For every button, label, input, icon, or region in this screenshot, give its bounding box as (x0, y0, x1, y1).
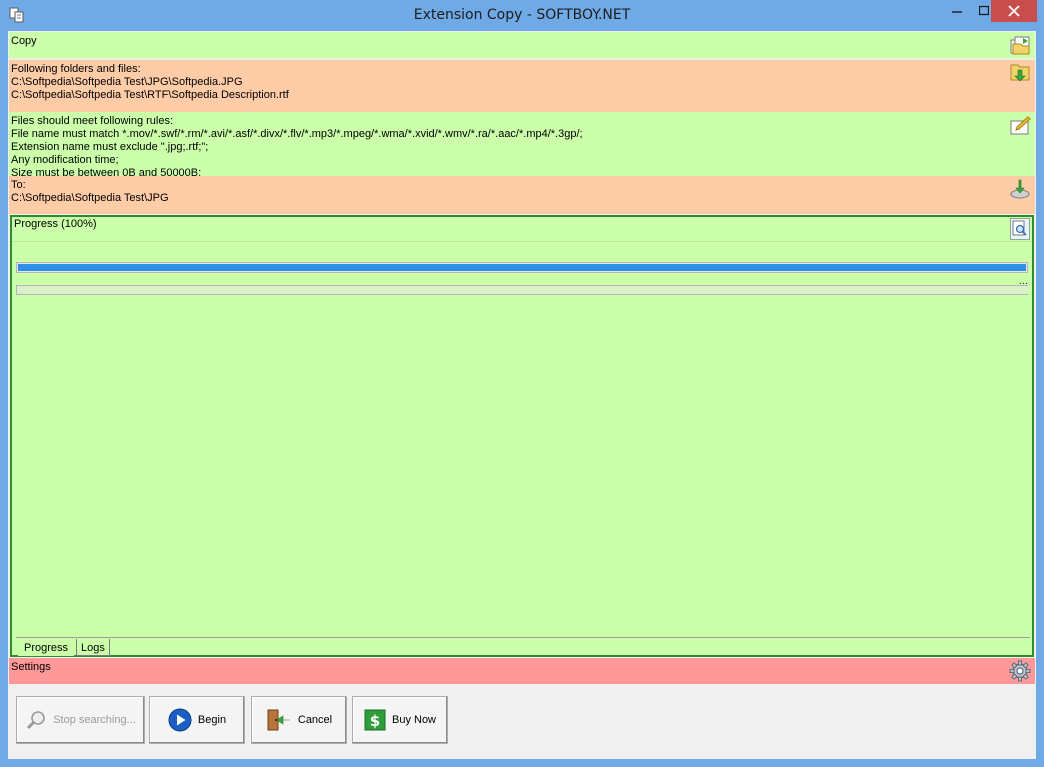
add-files-icon[interactable] (1009, 61, 1031, 83)
app-window: Extension Copy - SOFTBOY.NET Copy Follow… (0, 0, 1044, 767)
file-item: C:\Softpedia\Softpedia Test\RTF\Softpedi… (11, 89, 289, 101)
buy-now-label: Buy Now (391, 714, 437, 726)
files-heading: Following folders and files: (11, 63, 141, 75)
secondary-progress-bar (16, 285, 1028, 295)
progress-title: Progress (100%) (14, 218, 97, 230)
rule-line: Extension name must exclude ".jpg;.rtf;"… (11, 141, 209, 153)
rules-panel[interactable]: Files should meet following rules: File … (9, 112, 1035, 176)
minimize-button[interactable] (943, 0, 970, 22)
window-title: Extension Copy - SOFTBOY.NET (413, 7, 631, 23)
rule-line: Size must be between 0B and 50000B; (11, 167, 202, 176)
copy-folder-icon[interactable] (1009, 34, 1031, 56)
edit-rules-icon[interactable] (1009, 114, 1031, 136)
progress-header: Progress (100%) (13, 217, 1031, 242)
progress-tabs: Progress Logs (16, 637, 1030, 656)
source-files-panel[interactable]: Following folders and files: C:\Softpedi… (9, 60, 1035, 112)
action-bar: Stop searching... Begin Cancel $ Buy Now (8, 685, 1036, 759)
copy-label: Copy (11, 35, 37, 47)
svg-text:$: $ (370, 712, 380, 730)
close-button[interactable] (991, 0, 1037, 22)
cancel-label: Cancel (297, 714, 333, 726)
stop-searching-button[interactable]: Stop searching... (16, 696, 145, 744)
tab-progress[interactable]: Progress (18, 639, 75, 656)
destination-path: C:\Softpedia\Softpedia Test\JPG (11, 192, 169, 204)
to-heading: To: (11, 179, 26, 191)
tab-logs[interactable]: Logs (76, 639, 110, 656)
search-icon (27, 711, 46, 730)
magnifier-icon (1012, 220, 1027, 236)
destination-panel[interactable]: To: C:\Softpedia\Softpedia Test\JPG (9, 176, 1035, 214)
cancel-button[interactable]: Cancel (251, 696, 347, 744)
client-area: Copy Following folders and files: C:\Sof… (8, 31, 1036, 759)
title-bar[interactable]: Extension Copy - SOFTBOY.NET (0, 0, 1044, 31)
settings-panel[interactable]: Settings (9, 658, 1035, 684)
rules-heading: Files should meet following rules: (11, 115, 174, 127)
settings-label: Settings (11, 661, 51, 673)
progress-bar-fill (18, 264, 1026, 271)
rule-line: Any modification time; (11, 154, 119, 166)
dollar-icon: $ (364, 709, 386, 731)
rule-line: File name must match *.mov/*.swf/*.rm/*.… (11, 128, 583, 140)
buy-now-button[interactable]: $ Buy Now (352, 696, 448, 744)
gear-icon[interactable] (1009, 660, 1031, 682)
view-details-button[interactable] (1010, 218, 1030, 240)
play-icon (168, 708, 192, 732)
begin-button[interactable]: Begin (149, 696, 245, 744)
progress-section: Progress (100%) ... Progress Logs (10, 215, 1034, 657)
stop-searching-label: Stop searching... (53, 714, 136, 726)
progress-bar (16, 262, 1028, 273)
copy-panel[interactable]: Copy (9, 32, 1035, 59)
file-item: C:\Softpedia\Softpedia Test\JPG\Softpedi… (11, 76, 243, 88)
destination-icon[interactable] (1009, 178, 1031, 200)
exit-door-icon (267, 709, 290, 731)
begin-label: Begin (197, 714, 227, 726)
